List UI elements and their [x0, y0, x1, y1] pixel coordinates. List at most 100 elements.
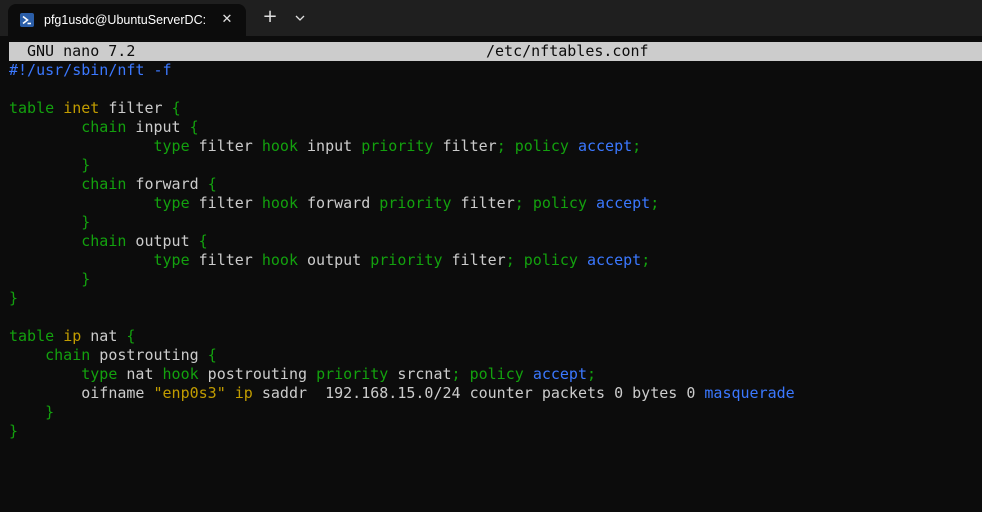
close-icon[interactable]: ✕ [218, 11, 236, 29]
code-token: ; [496, 137, 506, 155]
code-token: inet [63, 99, 100, 117]
code-token: chain [81, 118, 127, 136]
code-token: chain [81, 175, 127, 193]
terminal-tab[interactable]: pfg1usdc@UbuntuServerDC: ~ ✕ [8, 4, 246, 36]
code-token: ip [63, 327, 82, 345]
code-token: policy [523, 251, 578, 269]
code-token: accept [587, 251, 642, 269]
code-token: input [126, 118, 190, 136]
code-token: priority [379, 194, 452, 212]
code-token: "enp0s3" [153, 384, 226, 402]
code-token: filter [189, 251, 262, 269]
code-token: accept [577, 137, 633, 155]
code-token: type [153, 194, 190, 212]
plus-icon[interactable]: + [258, 6, 282, 30]
code-token: table [9, 327, 55, 345]
code-line: } [9, 289, 974, 308]
code-token: chain [45, 346, 91, 364]
code-token: hook [162, 365, 199, 383]
code-line: type filter hook input priority filter; … [9, 137, 974, 156]
nano-version: GNU nano 7.2 [27, 42, 136, 60]
code-line: chain input { [9, 118, 974, 137]
code-token: masquerade [704, 384, 795, 402]
code-token: ; [514, 194, 524, 212]
code-line: type filter hook output priority filter;… [9, 251, 974, 270]
code-token: postrouting [198, 365, 317, 383]
code-token: oifname [9, 384, 154, 402]
editor-content[interactable]: #!/usr/sbin/nft -f table inet filter { ch… [9, 61, 974, 441]
code-token: #!/usr/sbin/nft -f [9, 61, 172, 79]
code-token: ; [505, 251, 515, 269]
terminal-pane[interactable]: GNU nano 7.2 /etc/nftables.conf #!/usr/s… [0, 36, 982, 512]
code-token: chain [81, 232, 127, 250]
code-line: } [9, 270, 974, 289]
tab-title: pfg1usdc@UbuntuServerDC: ~ [44, 13, 208, 27]
code-token: ; [632, 137, 642, 155]
code-token: input [298, 137, 362, 155]
code-token: } [81, 270, 91, 288]
code-line: } [9, 156, 974, 175]
code-token: type [81, 365, 118, 383]
code-token: priority [361, 137, 434, 155]
code-token: } [9, 422, 19, 440]
code-line: } [9, 213, 974, 232]
code-line: table inet filter { [9, 99, 974, 118]
code-token: { [126, 327, 136, 345]
code-token: policy [469, 365, 524, 383]
code-token: output [126, 232, 199, 250]
code-token: nat [81, 327, 127, 345]
code-token: priority [316, 365, 389, 383]
code-token: } [81, 213, 91, 231]
code-token: hook [261, 194, 298, 212]
code-line: chain postrouting { [9, 346, 974, 365]
code-token: filter [451, 194, 515, 212]
code-line: type nat hook postrouting priority srcna… [9, 365, 974, 384]
code-token: accept [532, 365, 587, 383]
code-token: ; [641, 251, 651, 269]
code-token: ; [451, 365, 461, 383]
code-token: { [189, 118, 199, 136]
code-token: forward [298, 194, 380, 212]
code-line: chain forward { [9, 175, 974, 194]
code-token: saddr 192.168.15.0/24 counter packets 0 … [252, 384, 705, 402]
code-token: ip [234, 384, 253, 402]
code-token: } [45, 403, 55, 421]
code-token: type [153, 251, 190, 269]
code-token: hook [261, 137, 298, 155]
code-line: chain output { [9, 232, 974, 251]
code-token: filter [189, 194, 262, 212]
code-token: filter [442, 251, 506, 269]
nano-header-bar: GNU nano 7.2 /etc/nftables.conf [9, 42, 982, 61]
chevron-down-icon[interactable] [288, 6, 312, 30]
code-line: } [9, 403, 974, 422]
code-token: { [198, 232, 208, 250]
code-token: policy [532, 194, 587, 212]
code-token: } [81, 156, 91, 174]
code-line: type filter hook forward priority filter… [9, 194, 974, 213]
code-token: nat [117, 365, 163, 383]
code-token: } [9, 289, 19, 307]
code-token: policy [514, 137, 569, 155]
